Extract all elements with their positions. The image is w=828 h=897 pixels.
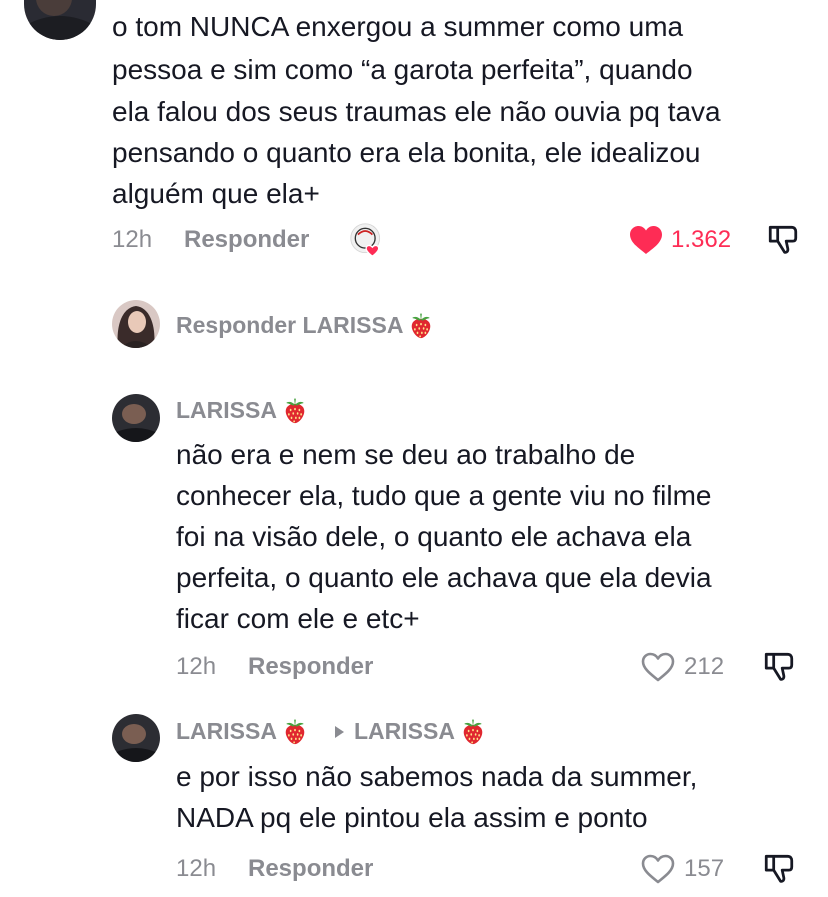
reply-username[interactable]: LARISSA (176, 396, 309, 424)
reply-line: e por isso não sabemos nada da summer, (176, 761, 698, 792)
username-text: LARISSA (176, 396, 277, 423)
dislike-icon[interactable] (766, 222, 800, 256)
username-text: LARISSA (176, 717, 277, 744)
reply-line: conhecer ela, tudo que a gente viu no fi… (176, 480, 712, 511)
heart-outline-icon[interactable] (640, 853, 676, 885)
strawberry-emoji (407, 311, 435, 339)
comment-line: pensando o quanto era ela bonita, ele id… (112, 137, 701, 168)
heart-filled-icon[interactable] (628, 224, 664, 256)
comment-line: o tom NUNCA enxergou a summer como uma (112, 11, 684, 42)
comment-line: ela falou dos seus traumas ele não ouvia… (112, 96, 721, 127)
comment-line: pessoa e sim como “a garota perfeita”, q… (112, 54, 693, 85)
creator-liked-avatar (349, 222, 385, 258)
reply-button[interactable]: Responder (248, 653, 373, 681)
dislike-icon[interactable] (762, 851, 796, 885)
reply-avatar[interactable] (112, 394, 160, 442)
reply-line: NADA pq ele pintou ela assim e ponto (176, 802, 648, 833)
strawberry-emoji (459, 717, 487, 745)
username-text: LARISSA (354, 717, 455, 744)
like-count: 157 (684, 855, 725, 882)
reply-line: foi na visão dele, o quanto ele achava e… (176, 521, 692, 552)
reply-line: ficar com ele e etc+ (176, 603, 420, 634)
heart-outline-icon[interactable] (640, 651, 676, 683)
reply-line: perfeita, o quanto ele achava que ela de… (176, 562, 712, 593)
reply-button[interactable]: Responder (248, 855, 373, 883)
triangle-right-icon (335, 726, 344, 738)
comment-line: alguém que ela+ (112, 178, 320, 209)
reply-avatar[interactable] (112, 714, 160, 762)
reply-to-username[interactable]: LARISSA (354, 717, 487, 745)
reply-time: 12h (176, 855, 217, 882)
avatar-image (24, 0, 96, 40)
dislike-icon[interactable] (762, 649, 796, 683)
reply-button[interactable]: Responder (184, 226, 309, 254)
reply-prompt-label: Responder LARISSA (176, 311, 404, 338)
like-count: 1.362 (671, 226, 732, 253)
reply-prompt[interactable]: Responder LARISSA (176, 311, 435, 339)
commenter-avatar[interactable] (24, 0, 96, 40)
strawberry-emoji (281, 396, 309, 424)
reply-time: 12h (176, 653, 217, 680)
comment-time: 12h (112, 226, 153, 253)
like-count: 212 (684, 653, 725, 680)
strawberry-emoji (281, 717, 309, 745)
reply-prompt-avatar (112, 300, 160, 348)
reply-username[interactable]: LARISSA (176, 717, 309, 745)
reply-line: não era e nem se deu ao trabalho de (176, 439, 636, 470)
